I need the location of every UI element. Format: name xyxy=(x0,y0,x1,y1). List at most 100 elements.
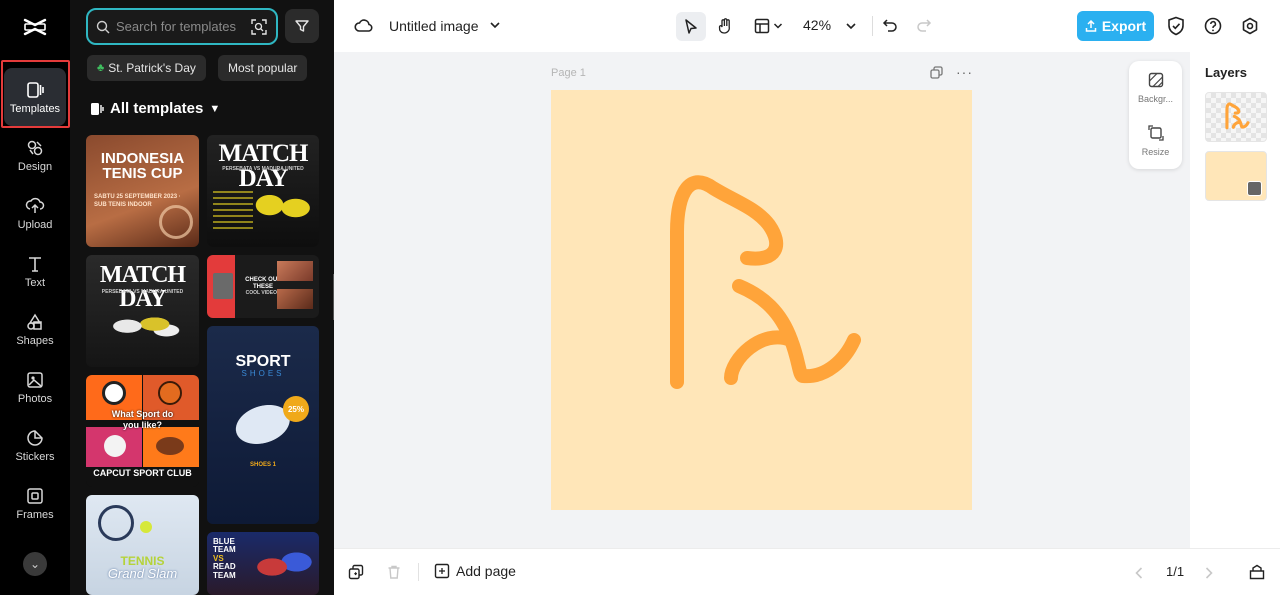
resize-icon xyxy=(1147,125,1164,141)
next-page-icon[interactable] xyxy=(1204,566,1214,580)
template-match-day-2[interactable]: MATCH DAY PERSEBATA VS MADURA UNITED xyxy=(86,255,199,367)
video-thumb xyxy=(277,289,313,309)
page-more-icon[interactable]: ··· xyxy=(956,64,973,80)
canvas-page[interactable] xyxy=(551,90,972,510)
sidebar-item-shapes[interactable]: Shapes xyxy=(4,300,66,358)
sidebar-item-frames[interactable]: Frames xyxy=(4,474,66,532)
search-input[interactable]: Search for templates xyxy=(116,19,250,34)
basketball-icon xyxy=(158,381,182,405)
chevron-down-icon xyxy=(773,23,782,29)
sidebar-item-design[interactable]: Design xyxy=(4,126,66,184)
background-tool-button[interactable]: Backgr... xyxy=(1129,72,1182,104)
sidebar-item-label: Frames xyxy=(16,508,54,521)
sidebar-item-upload[interactable]: Upload xyxy=(4,184,66,242)
add-page-icon xyxy=(434,563,450,579)
resize-tool-button[interactable]: Resize xyxy=(1129,125,1182,157)
discount-label: 25% xyxy=(287,404,304,414)
canvas-side-tools: Backgr... Resize xyxy=(1129,61,1182,169)
more-tools-button[interactable]: ⌄ xyxy=(23,552,47,576)
capcut-editor: Templates Design Upload Text Shapes Phot… xyxy=(0,0,1280,595)
template-check-out-videos[interactable]: CHECK OUT THESE COOL VIDEOS xyxy=(207,255,319,318)
export-button[interactable]: Export xyxy=(1077,11,1154,41)
template-what-sport[interactable]: What Sport do you like? CAPCUT SPORT CLU… xyxy=(86,375,199,487)
layer-drawing-preview xyxy=(1225,102,1250,130)
bottom-bar: Add page 1/1 xyxy=(334,548,1280,595)
chip-most-popular[interactable]: Most popular xyxy=(218,55,308,81)
hand-tool-button[interactable] xyxy=(714,14,738,38)
chip-st-patricks-day[interactable]: ♣ St. Patrick's Day xyxy=(87,55,206,81)
image-search-icon[interactable] xyxy=(250,18,268,36)
template-title-line2: Grand Slam xyxy=(107,566,178,581)
templates-icon xyxy=(91,102,104,115)
trash-icon[interactable] xyxy=(386,564,402,580)
template-title: What Sport do xyxy=(111,409,174,419)
video-thumb xyxy=(277,261,313,281)
sidebar-item-label: Shapes xyxy=(16,334,54,347)
discount-badge: 25% xyxy=(283,396,309,422)
template-title-line2: SHOES xyxy=(241,369,285,378)
add-page-button[interactable]: Add page xyxy=(434,563,516,579)
template-title-line2: you like? xyxy=(122,420,162,430)
sidebar-item-photos[interactable]: Photos xyxy=(4,358,66,416)
sidebar-item-label: Stickers xyxy=(15,450,55,463)
soccer-ball-icon xyxy=(102,381,126,405)
layout-button[interactable] xyxy=(750,14,786,38)
page-manager-icon[interactable] xyxy=(1249,564,1265,580)
document-title[interactable]: Untitled image xyxy=(389,18,479,34)
freehand-drawing[interactable] xyxy=(551,90,972,510)
template-footer: SHOES 1 xyxy=(249,462,276,468)
undo-icon[interactable] xyxy=(882,17,898,33)
duplicate-page-icon[interactable] xyxy=(930,66,943,79)
chip-label: Most popular xyxy=(228,61,298,75)
resize-tool-label: Resize xyxy=(1141,147,1170,157)
template-title: SPORT xyxy=(235,353,291,370)
baseball-icon xyxy=(104,435,126,457)
select-tool-button[interactable] xyxy=(676,12,706,41)
template-indonesia-tenis-cup[interactable]: INDONESIA TENIS CUP SABTU 25 SEPTEMBER 2… xyxy=(86,135,199,247)
sidebar-item-stickers[interactable]: Stickers xyxy=(4,416,66,474)
previous-page-icon[interactable] xyxy=(1134,566,1144,580)
sidebar-item-text[interactable]: Text xyxy=(4,242,66,300)
templates-panel: Search for templates ♣ St. Patrick's Day… xyxy=(70,0,334,595)
layers-panel: Layers xyxy=(1190,52,1280,548)
players-image xyxy=(251,179,313,237)
toolbar-divider xyxy=(872,16,873,36)
template-subtitle: PERSEBATA VS MADURA UNITED xyxy=(101,289,184,295)
layer-background[interactable] xyxy=(1205,151,1267,201)
design-icon xyxy=(27,140,43,155)
all-templates-dropdown[interactable]: All templates ▼ xyxy=(90,100,220,117)
template-blue-vs-read[interactable]: BLUE TEAM VS READ TEAM xyxy=(207,532,319,595)
template-search[interactable]: Search for templates xyxy=(86,8,278,45)
capcut-logo-icon[interactable] xyxy=(22,14,48,40)
help-icon[interactable] xyxy=(1204,17,1222,35)
bottom-divider xyxy=(418,563,419,581)
background-layer-icon xyxy=(1247,181,1262,196)
sidebar-item-label: Upload xyxy=(17,218,53,231)
cloud-icon[interactable] xyxy=(354,17,374,35)
section-title: All templates xyxy=(110,100,204,117)
zoom-chevron-down-icon[interactable] xyxy=(845,21,857,31)
chip-label: St. Patrick's Day xyxy=(108,61,196,75)
redo-icon[interactable] xyxy=(916,17,932,33)
chevron-down-icon[interactable] xyxy=(489,20,501,30)
sidebar-item-label: Text xyxy=(24,276,46,289)
background-tool-label: Backgr... xyxy=(1137,94,1173,104)
page-label: Page 1 xyxy=(551,67,586,79)
zoom-level[interactable]: 42% xyxy=(803,17,831,33)
gear-icon[interactable] xyxy=(1241,17,1259,35)
export-label: Export xyxy=(1101,18,1147,34)
duplicate-icon[interactable] xyxy=(348,564,364,580)
shield-icon[interactable] xyxy=(1167,16,1185,36)
upload-icon xyxy=(25,197,45,213)
filter-icon xyxy=(295,20,309,32)
players-image xyxy=(249,542,315,592)
frames-icon xyxy=(27,487,43,504)
template-sport-shoes[interactable]: SPORT SHOES 25% SHOES 1 xyxy=(207,326,319,524)
tennis-racket-icon xyxy=(159,205,193,239)
chevron-down-icon: ⌄ xyxy=(29,557,41,571)
filter-button[interactable] xyxy=(285,9,319,43)
layer-drawing[interactable] xyxy=(1205,92,1267,142)
template-tennis-grand-slam[interactable]: TENNIS Grand Slam xyxy=(86,495,199,595)
template-match-day-1[interactable]: MATCH DAY PERSEBATA VS MADURA UNITED xyxy=(207,135,319,247)
stickers-icon xyxy=(27,429,43,446)
